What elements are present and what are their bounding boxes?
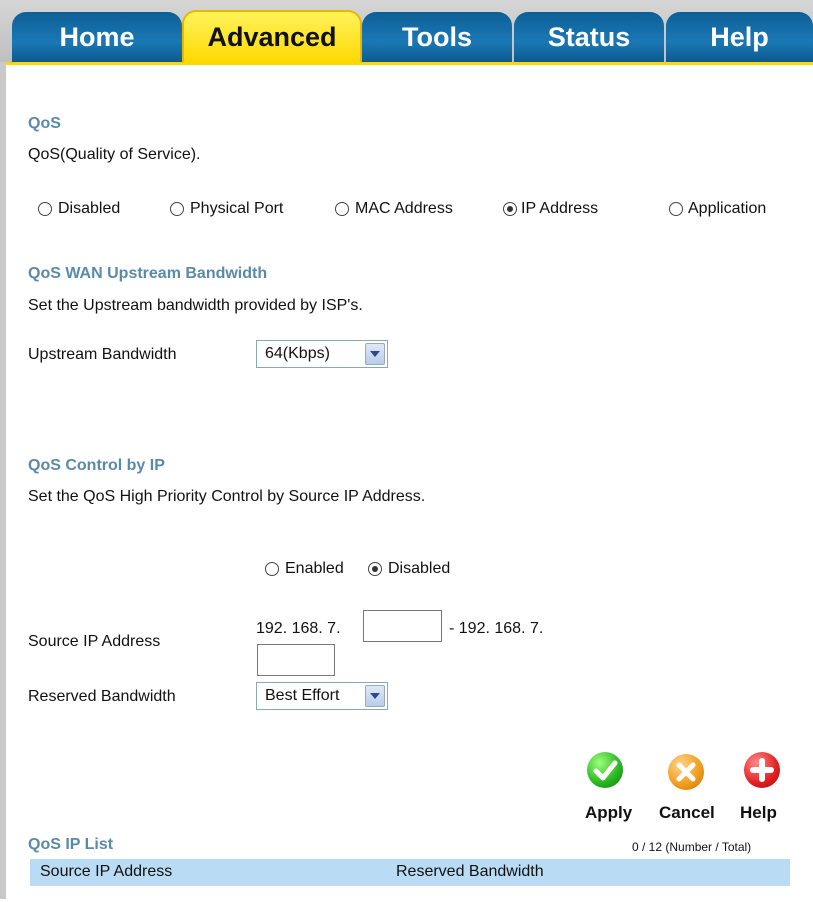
reserved-bandwidth-label: Reserved Bandwidth [28,688,176,705]
ip-list-header-row: Source IP Address Reserved Bandwidth [30,859,790,886]
left-border [0,62,6,899]
ip-list-col-bandwidth: Reserved Bandwidth [396,863,544,880]
chevron-down-icon [365,343,385,365]
tab-tools[interactable]: Tools [362,12,512,62]
tab-status[interactable]: Status [514,12,664,62]
tab-status-label: Status [547,22,631,52]
radio-control-disabled-label: Disabled [388,560,451,577]
radio-ip-address[interactable] [503,202,517,216]
radio-physical-port-label: Physical Port [190,200,284,217]
qos-description: QoS(Quality of Service). [28,146,201,163]
ip-start-input[interactable] [363,610,442,642]
tab-advanced[interactable]: Advanced [182,10,362,64]
cancel-icon [668,754,704,790]
tab-home-label: Home [59,22,135,52]
control-description: Set the QoS High Priority Control by Sou… [28,488,426,505]
upstream-select-value: 64(Kbps) [265,345,330,362]
radio-disabled[interactable] [38,202,52,216]
radio-mac-address-label: MAC Address [355,200,453,217]
radio-enabled-label: Enabled [285,560,344,577]
chevron-down-icon [365,685,385,707]
radio-application[interactable] [669,202,683,216]
ip-separator-text: - 192. 168. 7. [449,620,544,637]
tab-help-label: Help [710,22,769,52]
tab-home[interactable]: Home [12,12,182,62]
plus-icon [744,752,780,788]
qos-heading: QoS [28,115,61,132]
upstream-heading: QoS WAN Upstream Bandwidth [28,265,268,282]
top-navigation: Home Advanced Tools Status Help [0,0,813,64]
reserved-bandwidth-value: Best Effort [265,687,340,704]
source-ip-label: Source IP Address [28,633,161,650]
apply-label: Apply [585,803,633,822]
upstream-select[interactable]: 64(Kbps) [256,340,388,368]
radio-disabled-label: Disabled [58,200,121,217]
help-label: Help [740,803,777,822]
ip-list-col-source: Source IP Address [40,863,173,880]
radio-physical-port[interactable] [170,202,184,216]
tab-advanced-label: Advanced [207,22,337,52]
tab-tools-label: Tools [402,22,472,52]
radio-application-label: Application [688,200,767,217]
control-heading: QoS Control by IP [28,457,165,474]
radio-control-disabled[interactable] [368,562,382,576]
check-icon [587,752,623,788]
ip-list-count: 0 / 12 (Number / Total) [632,840,752,854]
radio-ip-address-label: IP Address [521,200,599,217]
reserved-bandwidth-select[interactable]: Best Effort [256,682,388,710]
upstream-label: Upstream Bandwidth [28,346,177,363]
ip-list-heading: QoS IP List [28,836,114,853]
cancel-label: Cancel [659,803,715,822]
upstream-description: Set the Upstream bandwidth provided by I… [28,297,363,314]
tab-help[interactable]: Help [666,12,813,62]
ip-end-input[interactable] [257,644,335,676]
radio-enabled[interactable] [265,562,279,576]
ip-prefix-text: 192. 168. 7. [256,620,341,637]
radio-mac-address[interactable] [335,202,349,216]
